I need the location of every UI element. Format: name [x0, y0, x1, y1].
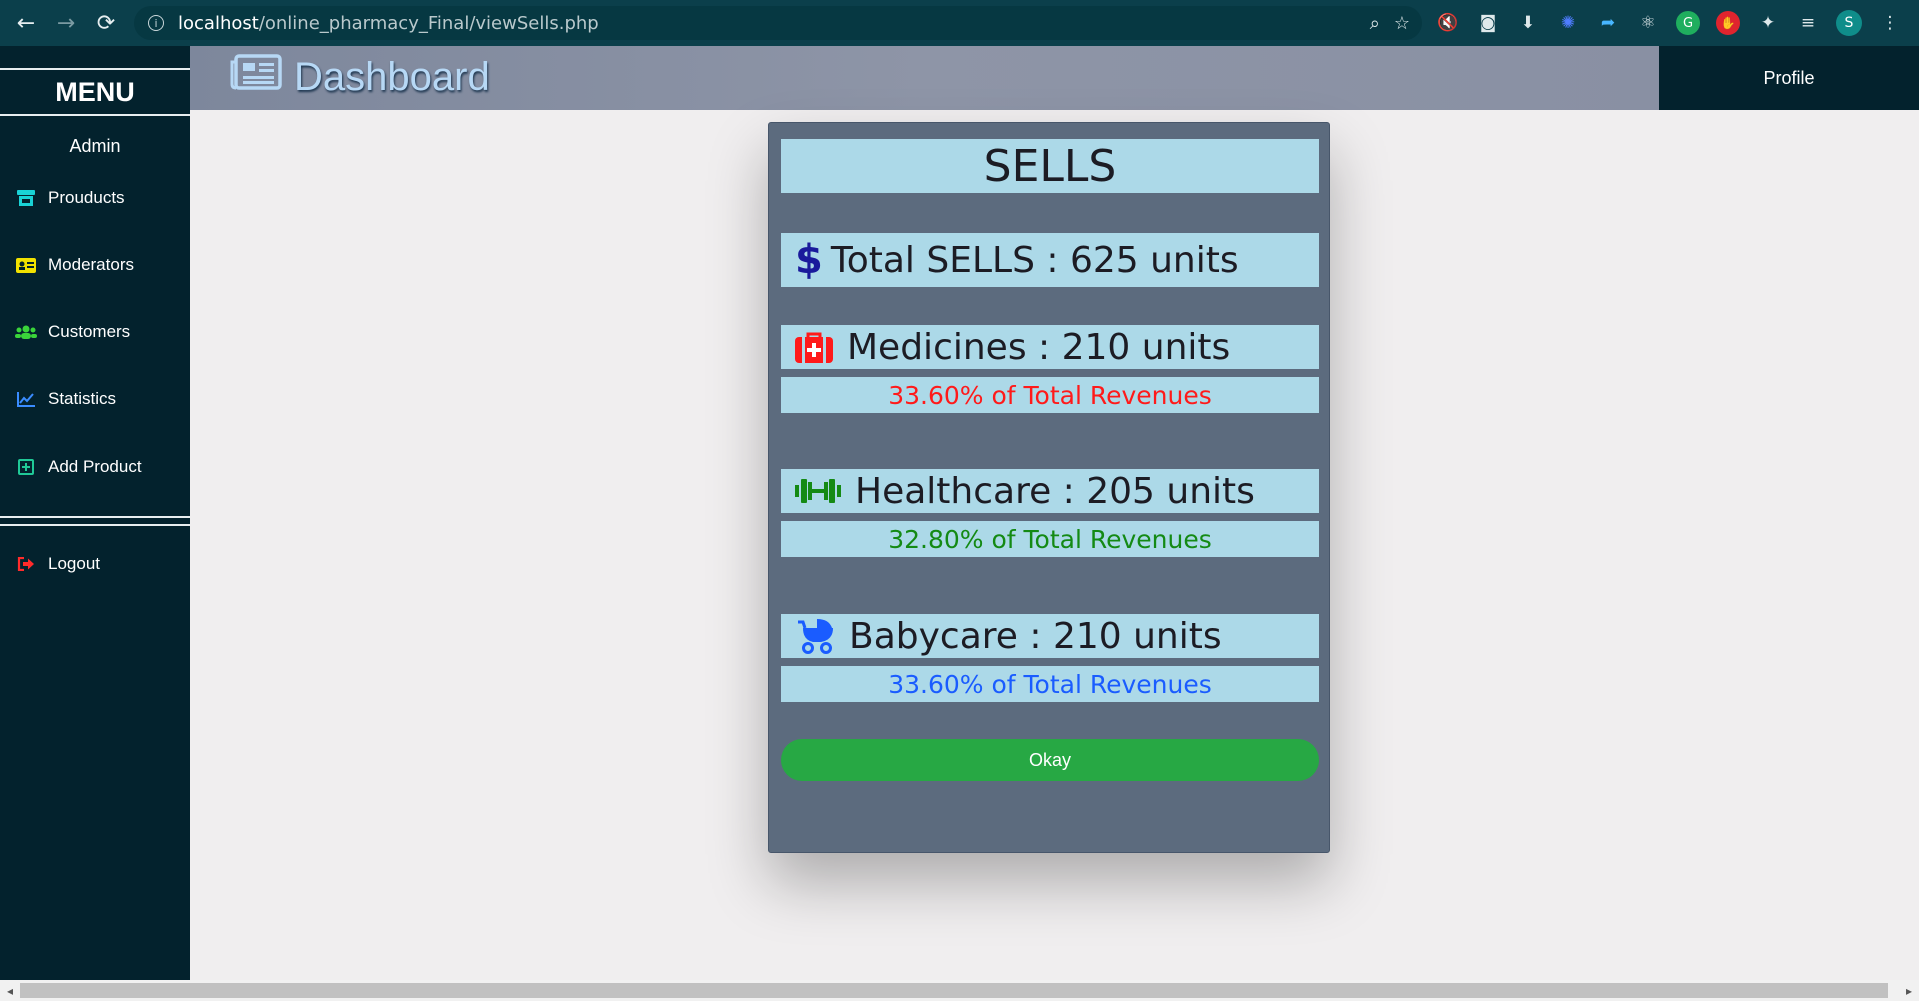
sign-out-icon [14, 557, 38, 571]
mute-tab-icon[interactable]: 🔇 [1436, 11, 1460, 35]
url-host: localhost [178, 12, 259, 34]
reading-list-icon[interactable]: ≡ [1796, 11, 1820, 35]
url-path: /online_pharmacy_Final/viewSells.php [258, 12, 599, 34]
sidebar-item-add-product[interactable]: Add Product [14, 452, 142, 482]
page-title: Dashboard [230, 54, 490, 100]
sidebar-item-label: Customers [48, 322, 131, 341]
forward-button[interactable]: → [46, 0, 86, 46]
category-percent-healthcare: 32.80% of Total Revenues [781, 521, 1319, 557]
plus-square-icon [14, 459, 38, 475]
extensions-puzzle-icon[interactable]: ✦ [1756, 11, 1780, 35]
page-title-text: Dashboard [294, 54, 490, 99]
store-icon [14, 190, 38, 206]
horizontal-scrollbar[interactable]: ◂ ▸ [0, 980, 1919, 1001]
camera-extension-icon[interactable]: ◙ [1476, 11, 1500, 35]
category-percent-babycare: 33.60% of Total Revenues [781, 666, 1319, 702]
category-label: Babycare : 210 units [849, 615, 1222, 657]
scroll-right-arrow-icon[interactable]: ▸ [1901, 980, 1917, 1001]
sidebar-item-logout[interactable]: Logout [14, 549, 100, 579]
category-label: Medicines : 210 units [847, 326, 1231, 368]
page-header: Dashboard [190, 46, 1659, 110]
medkit-icon [795, 331, 833, 363]
category-percent-medicines: 33.60% of Total Revenues [781, 377, 1319, 413]
sidebar-item-statistics[interactable]: Statistics [14, 384, 116, 414]
profile-avatar[interactable]: S [1836, 10, 1862, 36]
bookmark-star-icon[interactable]: ☆ [1394, 13, 1410, 34]
sidebar-item-label: Statistics [48, 389, 117, 408]
okay-button[interactable]: Okay [781, 739, 1319, 781]
sidebar-item-label: Prouducts [48, 188, 125, 207]
browser-toolbar: ← → ⟳ i localhost/online_pharmacy_Final/… [0, 0, 1919, 46]
id-card-icon [14, 257, 38, 273]
browser-menu-icon[interactable]: ⋮ [1878, 11, 1902, 35]
scroll-left-arrow-icon[interactable]: ◂ [2, 980, 18, 1001]
sidebar-item-label: Moderators [48, 255, 134, 274]
sidebar-divider [0, 516, 190, 526]
scrollbar-thumb[interactable] [20, 983, 1888, 998]
site-info-icon[interactable]: i [148, 15, 164, 31]
sidebar-item-label: Add Product [48, 457, 142, 476]
category-row-medicines: Medicines : 210 units [781, 325, 1319, 369]
category-row-babycare: Babycare : 210 units [781, 614, 1319, 658]
address-bar[interactable]: i localhost/online_pharmacy_Final/viewSe… [134, 6, 1422, 40]
users-icon [14, 325, 38, 339]
profile-link[interactable]: Profile [1659, 46, 1919, 110]
baby-carriage-icon [795, 618, 835, 654]
sidebar-item-products[interactable]: Prouducts [14, 183, 125, 213]
chart-line-icon [14, 391, 38, 407]
sells-modal: SELLS $ Total SELLS : 625 units Medicine… [768, 122, 1330, 853]
sidebar: MENU Admin Prouducts Moderators Customer… [0, 46, 190, 980]
reload-button[interactable]: ⟳ [86, 0, 126, 46]
dollar-icon: $ [795, 237, 823, 283]
grammarly-icon[interactable]: G [1676, 11, 1700, 35]
modal-title: SELLS [781, 139, 1319, 193]
adblock-icon[interactable]: ✋ [1716, 11, 1740, 35]
zoom-icon[interactable]: ⌕ [1370, 13, 1380, 34]
asterisk-extension-icon[interactable]: ✺ [1556, 11, 1580, 35]
total-sells-text: Total SELLS : 625 units [830, 239, 1239, 281]
react-devtools-icon[interactable]: ⚛ [1636, 11, 1660, 35]
menu-title: MENU [0, 68, 190, 116]
newspaper-icon [230, 54, 282, 100]
admin-role-label: Admin [69, 136, 121, 156]
sidebar-item-customers[interactable]: Customers [14, 317, 130, 347]
dumbbell-icon [795, 476, 841, 506]
back-button[interactable]: ← [6, 0, 46, 46]
sidebar-item-moderators[interactable]: Moderators [14, 250, 134, 280]
category-row-healthcare: Healthcare : 205 units [781, 469, 1319, 513]
download-extension-icon[interactable]: ⬇ [1516, 11, 1540, 35]
share-extension-icon[interactable]: ➦ [1596, 11, 1620, 35]
sidebar-item-label: Logout [48, 554, 100, 573]
category-label: Healthcare : 205 units [855, 470, 1255, 512]
total-sells-row: $ Total SELLS : 625 units [781, 233, 1319, 287]
